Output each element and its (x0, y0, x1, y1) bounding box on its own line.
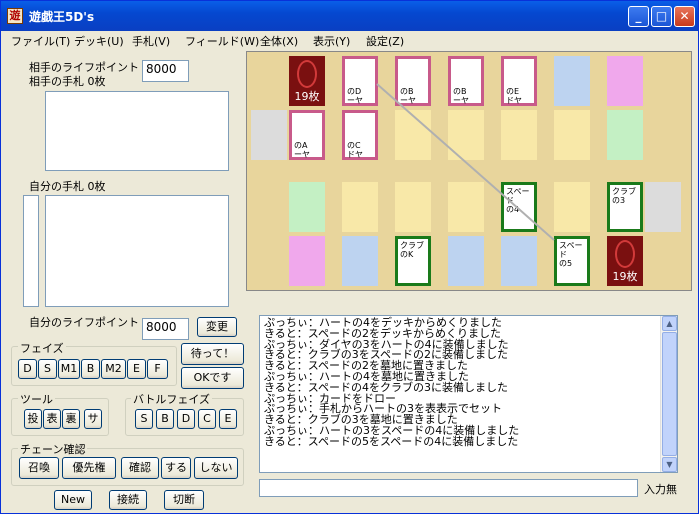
phase-b-button[interactable]: B (81, 359, 100, 379)
change-life-button[interactable]: 変更 (197, 317, 237, 337)
main-window: 遊 遊戯王5D's _ □ ✕ ファイル(T) デッキ(U) 手札(V) フィー… (0, 0, 699, 514)
link-line (376, 83, 555, 241)
battle-group-label: バトルフェイズ (131, 391, 212, 407)
phase-group-label: フェイズ (18, 340, 66, 356)
input-mode-label: 入力無 (644, 483, 677, 496)
chain-priority-button[interactable]: 優先権 (62, 457, 116, 479)
maximize-button[interactable]: □ (651, 6, 672, 27)
wait-button[interactable]: 待って！ (181, 343, 244, 365)
chain-group-label: チェーン確認 (18, 441, 88, 457)
scroll-thumb[interactable] (662, 332, 677, 456)
self-life-field[interactable]: 8000 (142, 318, 189, 340)
opponent-hand-list[interactable] (45, 91, 229, 171)
menu-settings[interactable]: 設定(Z) (366, 33, 404, 49)
minimize-button[interactable]: _ (628, 6, 649, 27)
self-life-label: 自分のライフポイント (29, 316, 139, 329)
tools-group-label: ツール (18, 391, 55, 407)
self-side-list[interactable] (23, 195, 39, 307)
chain-dont-button[interactable]: しない (194, 457, 238, 479)
menu-deck[interactable]: デッキ(U) (74, 33, 124, 49)
phase-f-button[interactable]: F (147, 359, 168, 379)
menu-bar: ファイル(T) デッキ(U) 手札(V) フィールド(W) 全体(X) 表示(Y… (1, 31, 698, 50)
self-hand-list[interactable] (45, 195, 229, 307)
battle-e-button[interactable]: E (219, 409, 237, 429)
opponent-hand-label: 相手の手札 0枚 (29, 75, 106, 88)
phase-e-button[interactable]: E (127, 359, 146, 379)
battle-s-button[interactable]: S (135, 409, 153, 429)
scroll-up-icon[interactable]: ▲ (662, 316, 677, 331)
chain-do-button[interactable]: する (161, 457, 191, 479)
scroll-down-icon[interactable]: ▼ (662, 457, 677, 472)
phase-m2-button[interactable]: M2 (101, 359, 126, 379)
self-hand-label: 自分の手札 0枚 (29, 180, 106, 193)
battle-d-button[interactable]: D (177, 409, 195, 429)
game-field[interactable]: 19枚 のDーヤ のBーヤ のBーヤ のEドヤ のAーヤ のCドヤ スペードの4… (246, 51, 692, 291)
ok-button[interactable]: OKです (181, 367, 244, 389)
new-button[interactable]: New (54, 490, 92, 510)
phase-m1-button[interactable]: M1 (58, 359, 80, 379)
chain-confirm-button[interactable]: 確認 (121, 457, 159, 479)
chat-log[interactable]: ぷっちぃ：ハートの4をデッキからめくりました きると：スペードの2をデッキからめ… (259, 315, 678, 473)
opponent-life-field[interactable]: 8000 (142, 60, 189, 82)
close-button[interactable]: ✕ (674, 6, 695, 27)
battle-b-button[interactable]: B (156, 409, 174, 429)
disconnect-button[interactable]: 切断 (164, 490, 204, 510)
chat-input[interactable] (259, 479, 638, 497)
connect-button[interactable]: 接続 (109, 490, 147, 510)
tool-face-down-button[interactable]: 裏 (62, 409, 80, 429)
menu-field[interactable]: フィールド(W) (185, 33, 259, 49)
log-line: きると：スペードの5をスペードの4に装備しました (264, 434, 519, 448)
log-scrollbar[interactable]: ▲ ▼ (660, 316, 677, 472)
window-title: 遊戯王5D's (29, 10, 95, 24)
phase-d-button[interactable]: D (18, 359, 37, 379)
title-bar: 遊 遊戯王5D's _ □ ✕ (1, 1, 698, 31)
menu-file[interactable]: ファイル(T) (11, 33, 70, 49)
menu-hand[interactable]: 手札(V) (132, 33, 170, 49)
phase-s-button[interactable]: S (38, 359, 57, 379)
app-icon: 遊 (7, 8, 23, 24)
chain-summon-button[interactable]: 召喚 (19, 457, 59, 479)
tool-throw-button[interactable]: 投 (24, 409, 42, 429)
menu-all[interactable]: 全体(X) (260, 33, 298, 49)
tool-face-up-button[interactable]: 表 (43, 409, 61, 429)
battle-c-button[interactable]: C (198, 409, 216, 429)
tool-sa-button[interactable]: サ (84, 409, 102, 429)
menu-view[interactable]: 表示(Y) (313, 33, 350, 49)
